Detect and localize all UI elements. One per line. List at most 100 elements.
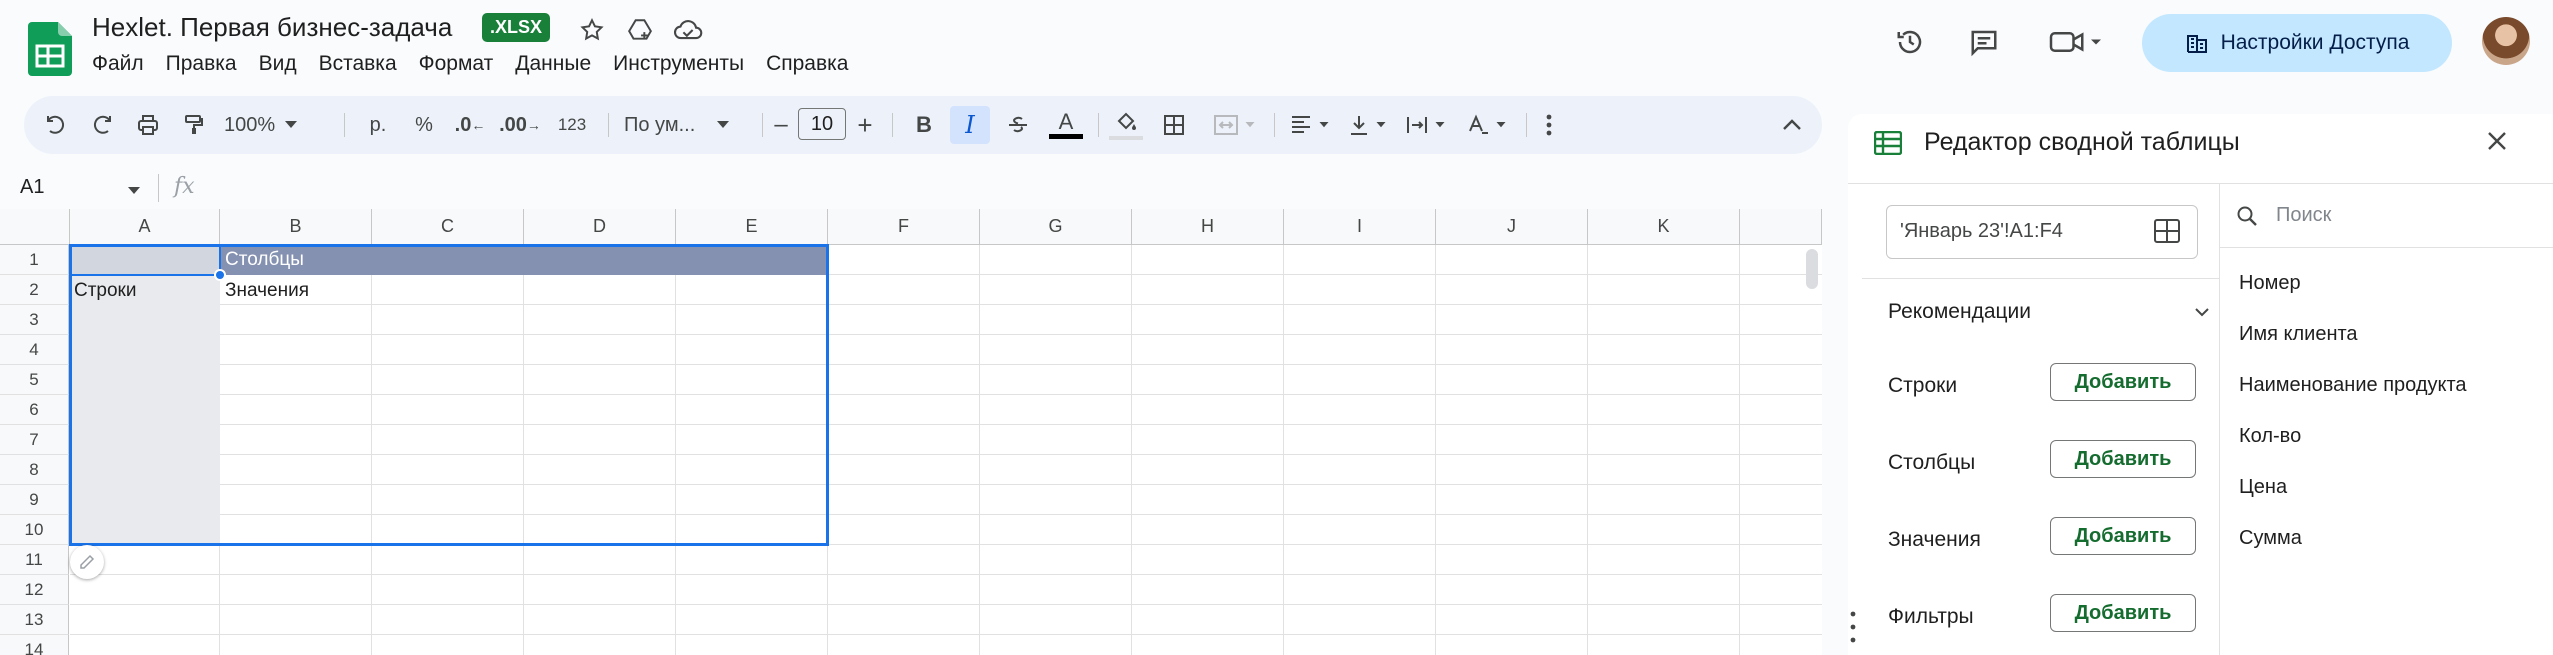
filters-section-label: Фильтры — [1888, 605, 1974, 628]
select-all-corner[interactable] — [0, 209, 70, 245]
menu-view[interactable]: Вид — [259, 52, 297, 76]
increase-decimal-button[interactable]: .00 → — [498, 96, 542, 154]
column-header-e[interactable]: E — [676, 209, 828, 245]
more-options-icon[interactable] — [1534, 96, 1564, 154]
fill-color-icon[interactable] — [1106, 96, 1146, 154]
menu-tools[interactable]: Инструменты — [613, 52, 744, 76]
increase-font-size-button[interactable]: + — [850, 96, 880, 154]
strikethrough-icon[interactable] — [998, 96, 1038, 154]
collapse-toolbar-icon[interactable] — [1774, 96, 1810, 154]
row-header-12[interactable]: 12 — [0, 575, 69, 605]
decrease-decimal-button[interactable]: .0 ← — [450, 96, 490, 154]
menu-file[interactable]: Файл — [92, 52, 144, 76]
meet-icon[interactable] — [2046, 26, 2106, 58]
column-header-l[interactable] — [1740, 209, 1822, 245]
name-box[interactable]: A1 — [20, 176, 44, 199]
spreadsheet-grid[interactable]: A B C D E F G H I J K 1 2 3 4 5 6 7 8 9 … — [0, 209, 1822, 655]
cloud-status-icon[interactable] — [672, 14, 704, 46]
add-columns-button[interactable]: Добавить — [2050, 440, 2196, 478]
selection-range — [69, 244, 829, 546]
column-header-f[interactable]: F — [828, 209, 980, 245]
merge-cells-icon[interactable] — [1206, 96, 1262, 154]
column-header-d[interactable]: D — [524, 209, 676, 245]
menu-format[interactable]: Формат — [419, 52, 494, 76]
redo-icon[interactable] — [84, 96, 120, 154]
row-header-11[interactable]: 11 — [0, 545, 69, 575]
vertical-align-icon[interactable] — [1340, 96, 1394, 154]
add-values-button[interactable]: Добавить — [2050, 517, 2196, 555]
text-color-button[interactable]: A — [1046, 96, 1086, 154]
number-format-button[interactable]: 123 — [548, 96, 596, 154]
close-panel-icon[interactable] — [2486, 130, 2508, 157]
field-item[interactable]: Наименование продукта — [2239, 374, 2467, 397]
field-item[interactable]: Цена — [2239, 476, 2287, 499]
sheets-logo-icon[interactable] — [28, 22, 72, 76]
document-title[interactable]: Hexlet. Первая бизнес-задача — [92, 12, 452, 43]
row-header-2[interactable]: 2 — [0, 275, 69, 305]
menu-edit[interactable]: Правка — [166, 52, 237, 76]
print-icon[interactable] — [130, 96, 166, 154]
select-range-grid-icon[interactable] — [2154, 219, 2180, 248]
row-header-14[interactable]: 14 — [0, 635, 69, 655]
zoom-select[interactable]: 100% — [224, 96, 324, 154]
bold-button[interactable]: B — [904, 96, 944, 154]
horizontal-align-icon[interactable] — [1282, 96, 1336, 154]
avatar[interactable] — [2482, 17, 2530, 65]
decrease-font-size-button[interactable]: – — [766, 96, 796, 154]
move-to-drive-icon[interactable] — [624, 14, 656, 46]
paint-format-icon[interactable] — [176, 96, 212, 154]
share-button[interactable]: Настройки Доступа — [2142, 14, 2452, 72]
add-rows-button[interactable]: Добавить — [2050, 363, 2196, 401]
pivot-table-icon — [1873, 130, 1903, 160]
currency-format-button[interactable]: р. — [358, 96, 398, 154]
row-header-5[interactable]: 5 — [0, 365, 69, 395]
field-item[interactable]: Номер — [2239, 272, 2301, 295]
field-item[interactable]: Сумма — [2239, 527, 2302, 550]
menu-insert[interactable]: Вставка — [319, 52, 397, 76]
row-header-8[interactable]: 8 — [0, 455, 69, 485]
zoom-value: 100% — [224, 113, 276, 136]
row-header-7[interactable]: 7 — [0, 425, 69, 455]
text-rotation-icon[interactable] — [1458, 96, 1514, 154]
column-header-g[interactable]: G — [980, 209, 1132, 245]
fx-icon: fx — [174, 174, 195, 199]
undo-icon[interactable] — [38, 96, 74, 154]
text-wrapping-icon[interactable] — [1398, 96, 1452, 154]
add-filters-button[interactable]: Добавить — [2050, 594, 2196, 632]
recommendations-label[interactable]: Рекомендации — [1888, 300, 2031, 324]
menu-help[interactable]: Справка — [766, 52, 848, 76]
column-header-j[interactable]: J — [1436, 209, 1588, 245]
column-header-k[interactable]: K — [1588, 209, 1740, 245]
comments-icon[interactable] — [1968, 26, 2000, 58]
font-name: По ум... — [624, 113, 696, 136]
percent-format-button[interactable]: % — [404, 96, 444, 154]
italic-button[interactable]: I — [950, 96, 990, 154]
column-header-b[interactable]: B — [220, 209, 372, 245]
pivot-edit-icon[interactable] — [70, 545, 104, 579]
menu-data[interactable]: Данные — [515, 52, 591, 76]
borders-icon[interactable] — [1154, 96, 1194, 154]
row-header-13[interactable]: 13 — [0, 605, 69, 635]
row-header-3[interactable]: 3 — [0, 305, 69, 335]
column-header-a[interactable]: A — [70, 209, 220, 245]
field-item[interactable]: Имя клиента — [2239, 323, 2358, 346]
row-header-4[interactable]: 4 — [0, 335, 69, 365]
font-select[interactable]: По ум... — [616, 96, 764, 154]
fill-handle[interactable] — [214, 269, 226, 281]
column-header-c[interactable]: C — [372, 209, 524, 245]
field-item[interactable]: Кол-во — [2239, 425, 2301, 448]
star-icon[interactable] — [576, 14, 608, 46]
recommendations-chevron-icon[interactable] — [2194, 304, 2210, 322]
row-header-1[interactable]: 1 — [0, 245, 69, 275]
column-header-i[interactable]: I — [1284, 209, 1436, 245]
row-header-9[interactable]: 9 — [0, 485, 69, 515]
version-history-icon[interactable] — [1894, 26, 1926, 58]
vertical-scrollbar[interactable] — [1806, 249, 1818, 289]
name-box-chevron-icon[interactable] — [128, 182, 140, 200]
row-header-10[interactable]: 10 — [0, 515, 69, 545]
font-size-input[interactable]: 10 — [798, 108, 846, 140]
field-search-input[interactable]: Поиск — [2276, 204, 2331, 227]
row-header-6[interactable]: 6 — [0, 395, 69, 425]
column-header-h[interactable]: H — [1132, 209, 1284, 245]
drag-handle-icon[interactable] — [1850, 610, 1856, 649]
